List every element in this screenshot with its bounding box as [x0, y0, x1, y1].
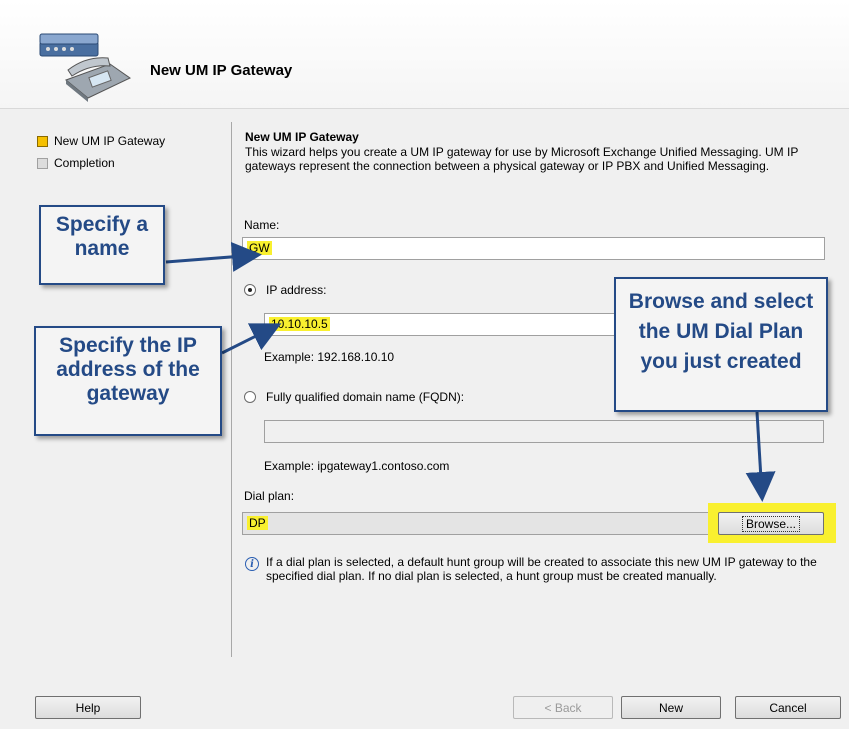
fqdn-input[interactable]	[264, 420, 824, 443]
ip-address-radio-label: IP address:	[266, 283, 327, 297]
cancel-button-label: Cancel	[769, 700, 807, 715]
nav-item-completion: Completion	[37, 154, 115, 172]
fqdn-example-text: Example: ipgateway1.contoso.com	[264, 459, 450, 473]
page-heading: New UM IP Gateway	[245, 130, 359, 144]
callout-browse-dial-plan: Browse and select the UM Dial Plan you j…	[614, 277, 828, 412]
new-button-label: New	[658, 700, 683, 715]
cancel-button[interactable]: Cancel	[735, 696, 841, 719]
fqdn-radio-label: Fully qualified domain name (FQDN):	[266, 390, 465, 404]
callout-specify-name: Specify a name	[39, 205, 165, 285]
browse-button[interactable]: Browse...	[718, 512, 824, 535]
active-step-icon	[37, 135, 48, 147]
new-button[interactable]: New	[621, 696, 721, 719]
back-button-label: < Back	[544, 700, 582, 715]
inactive-step-icon	[37, 157, 48, 169]
name-input[interactable]: GW	[242, 237, 825, 260]
help-button[interactable]: Help	[35, 696, 141, 719]
name-label: Name:	[244, 218, 280, 232]
dial-plan-info-text: If a dial plan is selected, a default hu…	[266, 555, 817, 583]
nav-divider	[231, 122, 232, 657]
dial-plan-value: DP	[247, 516, 268, 530]
dial-plan-label: Dial plan:	[244, 489, 295, 503]
gateway-telephone-icon	[38, 30, 138, 105]
back-button[interactable]: < Back	[513, 696, 613, 719]
callout-specify-ip: Specify the IP address of the gateway	[34, 326, 222, 436]
dial-plan-field: DP	[242, 512, 712, 535]
browse-button-label: Browse...	[741, 515, 800, 532]
ip-address-value: 10.10.10.5	[269, 317, 330, 331]
ip-address-radio[interactable]	[244, 284, 256, 296]
help-button-label: Help	[75, 700, 101, 715]
name-value: GW	[247, 241, 272, 255]
nav-item-label: Completion	[54, 156, 115, 170]
fqdn-radio[interactable]	[244, 391, 256, 403]
nav-item-new-um-ip-gateway: New UM IP Gateway	[37, 132, 165, 150]
info-icon: i	[245, 557, 259, 571]
wizard-description: This wizard helps you create a UM IP gat…	[245, 145, 799, 173]
nav-item-label: New UM IP Gateway	[54, 134, 166, 148]
header-title: New UM IP Gateway	[150, 62, 293, 79]
ip-example-text: Example: 192.168.10.10	[264, 350, 395, 364]
